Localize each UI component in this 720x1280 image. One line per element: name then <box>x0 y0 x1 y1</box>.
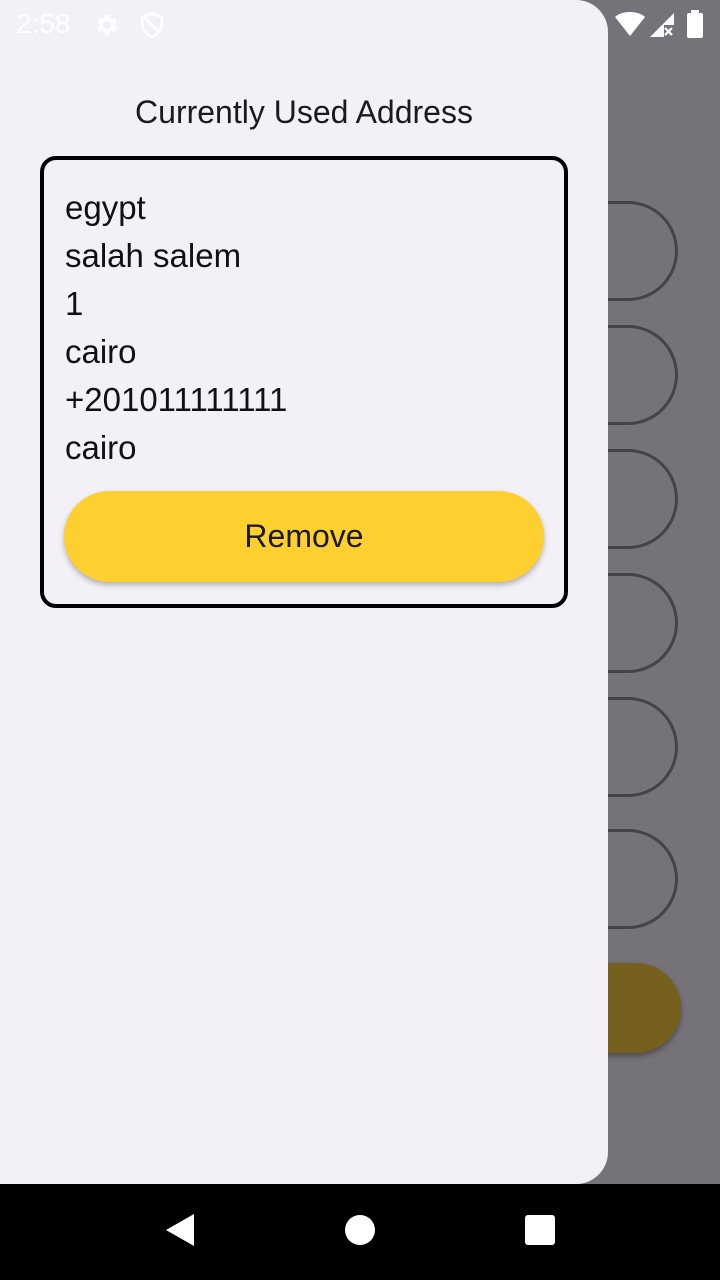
battery-icon <box>686 10 704 43</box>
recents-button[interactable] <box>500 1184 580 1280</box>
shield-icon <box>139 11 165 44</box>
address-drawer: Currently Used Address egypt salah salem… <box>0 0 608 1184</box>
home-button[interactable] <box>320 1184 400 1280</box>
back-button[interactable] <box>140 1184 220 1280</box>
wifi-icon <box>614 11 646 42</box>
address-card: egypt salah salem 1 cairo +201011111111 … <box>40 156 568 608</box>
address-building: 1 <box>65 285 84 322</box>
address-phone: +201011111111 <box>65 381 288 418</box>
remove-button[interactable]: Remove <box>64 491 544 582</box>
address-city: cairo <box>65 333 137 370</box>
address-lines: egypt salah salem 1 cairo +201011111111 … <box>65 184 287 472</box>
settings-gear-icon <box>93 11 121 44</box>
navigation-bar <box>0 1184 720 1280</box>
address-street: salah salem <box>65 237 242 274</box>
status-time: 2:58 <box>16 8 71 39</box>
signal-icon <box>648 11 676 44</box>
address-region: cairo <box>65 429 137 466</box>
home-icon <box>344 1214 376 1251</box>
status-bar: 2:58 <box>0 0 720 48</box>
address-country: egypt <box>65 189 146 226</box>
drawer-title: Currently Used Address <box>135 94 473 130</box>
back-icon <box>164 1213 196 1252</box>
screen: Currently Used Address egypt salah salem… <box>0 0 720 1280</box>
recents-icon <box>525 1214 555 1250</box>
